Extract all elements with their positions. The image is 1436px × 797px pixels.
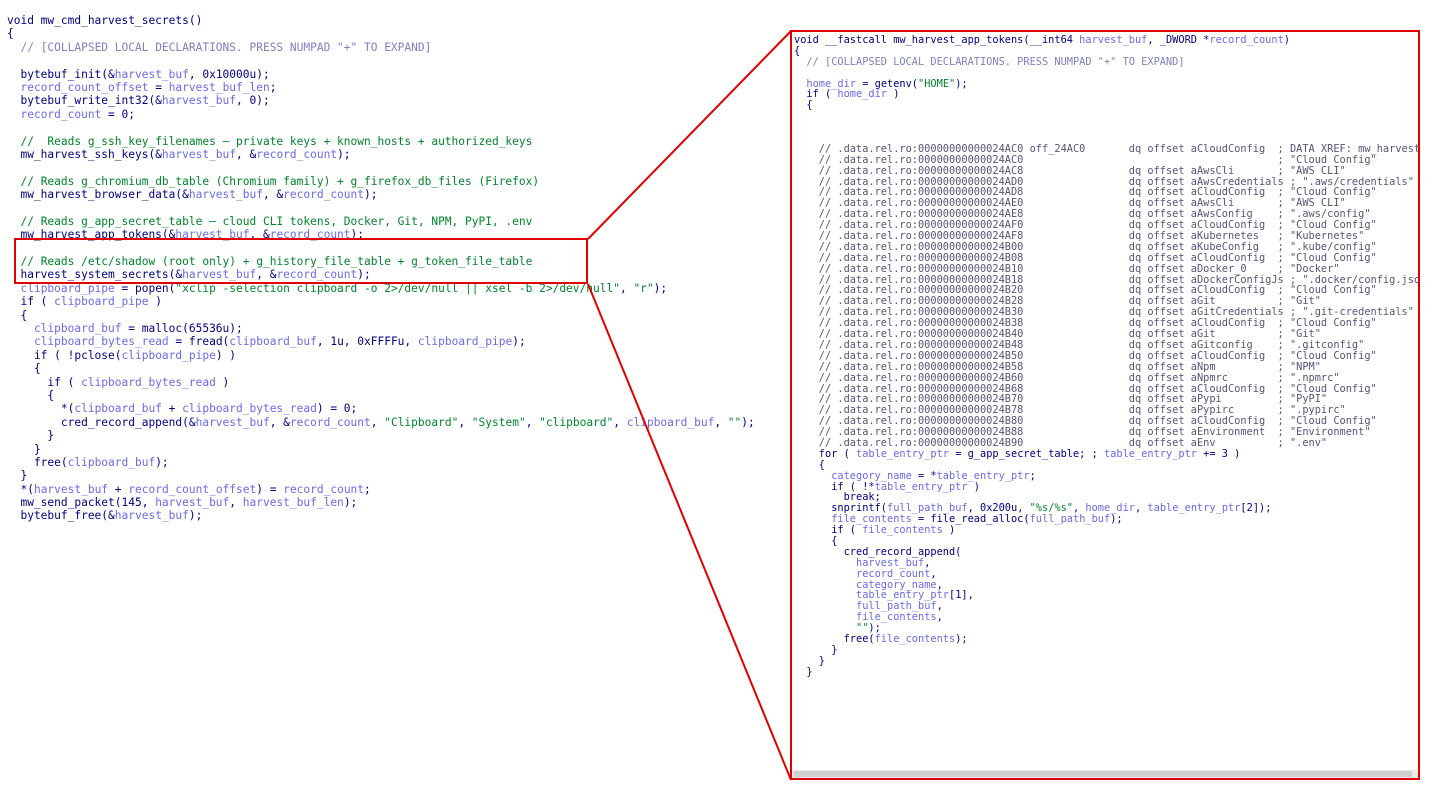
code-line: } (794, 644, 1418, 656)
code-token: ); (955, 632, 968, 645)
code-token[interactable]: file_contents (875, 633, 956, 645)
code-token: } (794, 665, 813, 678)
code-line: if ( home_dir ) (794, 88, 1418, 101)
code-token: , _DWORD * (1147, 34, 1210, 46)
code-line: // [COLLAPSED LOCAL DECLARATIONS. PRESS … (794, 55, 1418, 68)
code-line: if ( file_contents ) (794, 524, 1418, 537)
right-pseudocode-pane[interactable]: void __fastcall mw_harvest_app_tokens(__… (794, 34, 1418, 678)
code-token[interactable]: table_entry_ptr (875, 481, 968, 493)
code-token: = g_app_secret_table; ; (949, 447, 1104, 460)
code-token: [2]); (1240, 502, 1272, 515)
code-token: ); (1110, 513, 1123, 526)
scrollbar-thumb[interactable] (794, 771, 1412, 777)
code-line: { (794, 99, 1418, 112)
code-token: { (794, 99, 813, 112)
code-line: if ( !*table_entry_ptr ) (794, 480, 1418, 493)
code-token: // [COLLAPSED LOCAL DECLARATIONS. PRESS … (806, 55, 1185, 68)
code-token: ) (942, 524, 956, 537)
code-token: , (936, 611, 943, 624)
code-token: ) (887, 88, 900, 101)
code-token[interactable]: home_dir (837, 88, 887, 100)
code-token[interactable]: table_entry_ptr (1147, 502, 1240, 514)
code-token[interactable]: full_path_buf (1030, 513, 1111, 525)
code-token: ; (1029, 469, 1036, 482)
code-token[interactable]: record_count (1209, 34, 1283, 46)
code-line: void __fastcall mw_harvest_app_tokens(__… (794, 34, 1418, 46)
code-line: } (794, 665, 1418, 678)
code-line: file_contents, (794, 611, 1418, 624)
code-token[interactable]: file_contents (862, 524, 943, 536)
connector-line-bottom (587, 283, 792, 781)
code-token: void __fastcall mw_harvest_app_tokens(__… (794, 34, 1080, 46)
code-token: [1], (949, 589, 974, 602)
code-token: ) (1283, 34, 1290, 46)
code-token: += 3 ) (1196, 447, 1241, 460)
code-token[interactable]: table_entry_ptr (1104, 448, 1197, 460)
horizontal-scrollbar[interactable] (792, 770, 1418, 778)
code-token: , (1135, 502, 1148, 515)
connector-line-top (587, 30, 792, 240)
code-line: free(file_contents); (794, 632, 1418, 645)
callout-panel-mw-harvest-app-tokens: void __fastcall mw_harvest_app_tokens(__… (790, 30, 1420, 780)
code-line: } (794, 655, 1418, 667)
code-token[interactable]: table_entry_ptr (856, 448, 949, 460)
code-token: "HOME" (918, 77, 956, 90)
code-token: ) (967, 480, 980, 493)
code-token: ); (955, 77, 968, 90)
code-token[interactable]: harvest_buf (1079, 34, 1147, 46)
code-line: for ( table_entry_ptr = g_app_secret_tab… (794, 447, 1418, 460)
